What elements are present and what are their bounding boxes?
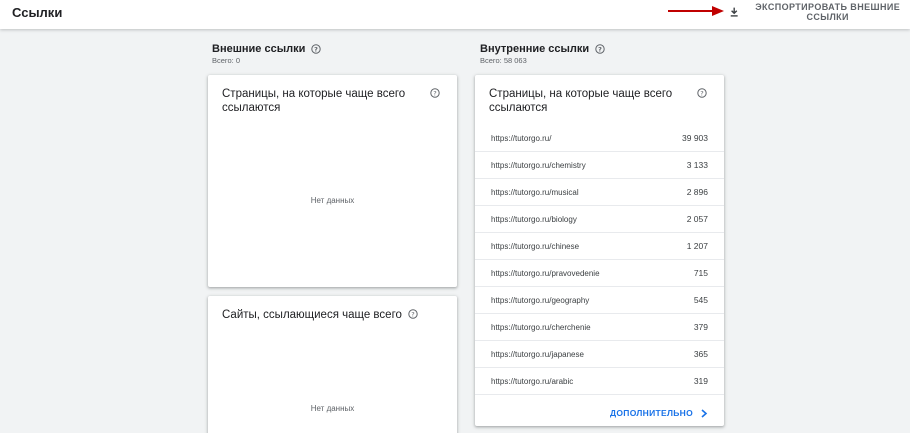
row-count: 3 133	[686, 160, 708, 170]
internal-links-header: Внутренние ссылки ? Всего: 58 063	[480, 43, 605, 65]
more-button-label: ДОПОЛНИТЕЛЬНО	[610, 408, 693, 418]
list-item[interactable]: https://tutorgo.ru/pravovedenie 715	[475, 260, 724, 287]
external-top-pages-card: Страницы, на которые чаще всего ссылаютс…	[208, 75, 457, 287]
svg-text:?: ?	[314, 45, 318, 53]
row-count: 2 057	[686, 214, 708, 224]
svg-text:?: ?	[433, 89, 436, 97]
list-item[interactable]: https://tutorgo.ru/musical 2 896	[475, 179, 724, 206]
row-url: https://tutorgo.ru/cherchenie	[491, 322, 591, 332]
row-url: https://tutorgo.ru/musical	[491, 187, 579, 197]
row-url: https://tutorgo.ru/geography	[491, 295, 590, 305]
list-item[interactable]: https://tutorgo.ru/ 39 903	[475, 125, 724, 152]
row-count: 319	[693, 376, 708, 386]
row-count: 365	[693, 349, 708, 359]
external-links-title: Внешние ссылки	[212, 43, 306, 55]
top-app-bar: Ссылки ЭКСПОРТИРОВАТЬ ВНЕШНИЕ ССЫЛКИ	[0, 0, 910, 29]
list-item[interactable]: https://tutorgo.ru/chemistry 3 133	[475, 152, 724, 179]
row-count: 39 903	[682, 133, 708, 143]
download-icon	[730, 7, 738, 17]
svg-text:?: ?	[700, 89, 703, 97]
page-title: Ссылки	[12, 5, 63, 20]
help-icon[interactable]: ?	[595, 44, 605, 54]
export-external-links-button[interactable]: ЭКСПОРТИРОВАТЬ ВНЕШНИЕ ССЫЛКИ	[729, 0, 910, 24]
red-arrow-annotation-icon	[668, 6, 724, 16]
row-url: https://tutorgo.ru/chemistry	[491, 160, 586, 170]
help-icon[interactable]: ?	[311, 44, 322, 54]
more-button[interactable]: ДОПОЛНИТЕЛЬНО	[610, 408, 708, 418]
list-item[interactable]: https://tutorgo.ru/chinese 1 207	[475, 233, 724, 260]
no-data-message: Нет данных	[310, 196, 355, 205]
no-data-message: Нет данных	[310, 404, 355, 413]
internal-links-title: Внутренние ссылки	[480, 43, 590, 55]
card-title: Страницы, на которые чаще всего ссылаютс…	[489, 88, 673, 114]
row-url: https://tutorgo.ru/pravovedenie	[491, 268, 600, 278]
svg-text:?: ?	[598, 45, 602, 53]
list-item[interactable]: https://tutorgo.ru/biology 2 057	[475, 206, 724, 233]
internal-top-pages-card: Страницы, на которые чаще всего ссылаютс…	[475, 75, 724, 426]
svg-text:?: ?	[411, 310, 414, 318]
external-links-header: Внешние ссылки ? Всего: 0	[212, 43, 322, 65]
list-item[interactable]: https://tutorgo.ru/cherchenie 379	[475, 314, 724, 341]
row-url: https://tutorgo.ru/	[491, 133, 552, 143]
row-url: https://tutorgo.ru/japanese	[491, 349, 584, 359]
list-item[interactable]: https://tutorgo.ru/arabic 319	[475, 368, 724, 395]
chevron-right-icon	[701, 408, 708, 418]
card-title: Страницы, на которые чаще всего ссылаютс…	[222, 88, 406, 114]
help-icon[interactable]: ?	[408, 309, 418, 319]
row-url: https://tutorgo.ru/chinese	[491, 241, 580, 251]
external-top-sites-card: Сайты, ссылающиеся чаще всего ? Нет данн…	[208, 296, 457, 433]
export-button-label: ЭКСПОРТИРОВАТЬ ВНЕШНИЕ ССЫЛКИ	[755, 2, 901, 22]
card-title: Сайты, ссылающиеся чаще всего	[222, 309, 402, 321]
row-url: https://tutorgo.ru/arabic	[491, 376, 574, 386]
row-count: 545	[693, 295, 708, 305]
list-item[interactable]: https://tutorgo.ru/geography 545	[475, 287, 724, 314]
top-pages-list: https://tutorgo.ru/ 39 903 https://tutor…	[475, 125, 724, 395]
external-links-total: Всего: 0	[212, 56, 241, 65]
row-url: https://tutorgo.ru/biology	[491, 214, 577, 224]
row-count: 1 207	[686, 241, 708, 251]
row-count: 715	[693, 268, 708, 278]
help-icon[interactable]: ?	[697, 88, 707, 98]
help-icon[interactable]: ?	[430, 88, 440, 98]
row-count: 2 896	[686, 187, 708, 197]
list-item[interactable]: https://tutorgo.ru/japanese 365	[475, 341, 724, 368]
internal-links-total: Всего: 58 063	[480, 56, 527, 65]
row-count: 379	[693, 322, 708, 332]
